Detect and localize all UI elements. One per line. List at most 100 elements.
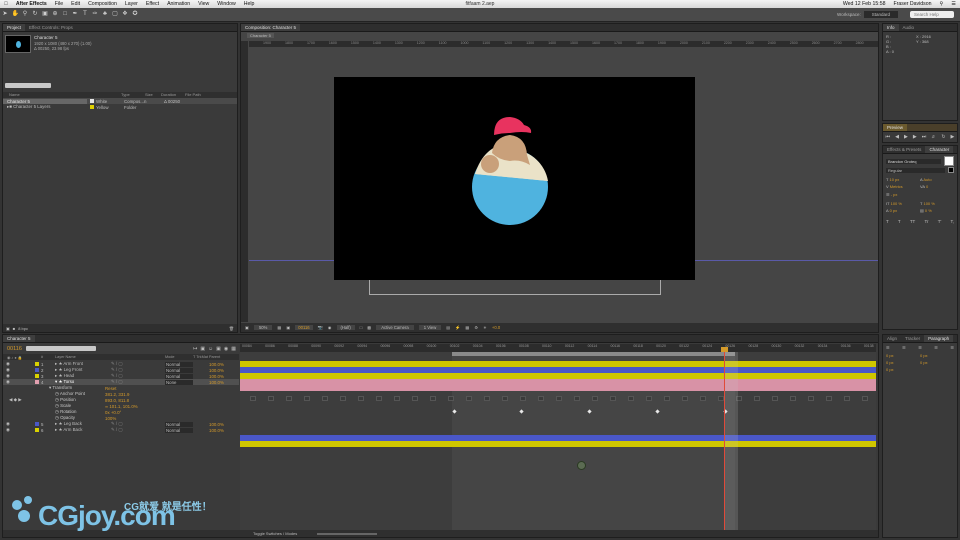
justify-all-icon[interactable]: ☰ [950,345,954,350]
layer-parent-value[interactable]: 100.0% [209,428,224,433]
views-select[interactable]: 1 View [418,325,442,330]
tab-align[interactable]: Align [883,335,901,342]
eye-icon[interactable]: ◉ [3,427,35,433]
property-value[interactable]: 100% [105,416,116,421]
faux-italic-button[interactable]: T [898,219,901,224]
layer-row[interactable]: ◉ 6 ▸ ★ Arm Back ✎ / ▢ Normal 100.0% [3,427,239,433]
superscript-button[interactable]: T' [938,219,942,224]
col-name[interactable]: Name [3,92,121,98]
magnification-select[interactable]: 50% [253,325,273,330]
layer-mode-select[interactable]: None [165,379,193,385]
mask-icon[interactable]: ▣ [286,325,290,330]
fast-preview-icon[interactable]: ⚡ [455,325,460,331]
time-ruler[interactable]: 00084 00086 00088 00090 00092 00094 00096 00098… [240,344,876,352]
toggle-switches-modes-button[interactable]: Toggle Switches / Modes [253,531,297,536]
label-swatch[interactable] [35,380,39,384]
layer-mode-select[interactable]: Normal [165,421,193,427]
shy-icon[interactable]: ☺ [208,346,213,352]
apple-icon[interactable]:  [0,1,12,7]
space-after-value[interactable]: 0 px [886,367,954,372]
menu-animation[interactable]: Animation [163,1,194,7]
tab-info[interactable]: Info [883,24,899,31]
eye-icon[interactable]: ◉ [3,379,35,385]
bpc-toggle[interactable]: 8 bpc [18,326,28,331]
property-value[interactable]: 381.2, 331.9 [105,392,129,397]
layer-track-arm-back[interactable] [240,441,876,447]
tab-preview[interactable]: Preview [883,124,908,131]
pen-tool-icon[interactable]: ✒ [72,11,79,18]
space-before-value[interactable]: 0 px [920,360,928,365]
justify-icon[interactable]: ☰ [934,345,938,350]
layer-mode-select[interactable]: Normal [165,427,193,433]
property-value[interactable]: ∞ 101.1, 101.0% [105,404,138,409]
pan-behind-tool-icon[interactable]: ⊕ [52,11,59,18]
project-row[interactable]: ▸■ Character 5 Layers Yellow Folder [3,104,237,110]
col-size[interactable]: Size [145,92,161,98]
menu-window[interactable]: Window [213,1,239,7]
rotate-tool-icon[interactable]: ↻ [32,11,39,18]
list-icon[interactable]: ☰ [947,1,960,7]
play-icon[interactable]: ▶ [904,134,908,140]
vertical-scale-value[interactable]: 100 % [891,201,902,206]
flowchart-icon[interactable]: ⚙ [474,325,478,330]
layer-parent-value[interactable]: 100.0% [209,368,224,373]
tab-audio[interactable]: Audio [899,24,919,31]
draft-3d-icon[interactable]: ▣ [200,346,205,352]
interpret-icon[interactable]: ▣ [6,326,10,331]
tab-character[interactable]: Character [925,146,954,153]
layer-mode-select[interactable]: Normal [165,367,193,373]
stroke-width-value[interactable]: - px [891,192,898,197]
label-swatch[interactable] [35,428,39,432]
playhead-handle[interactable] [721,347,728,352]
rectangle-tool-icon[interactable]: □ [62,11,69,18]
comp-mini-flowchart-icon[interactable]: ↦ [193,346,197,352]
loop-icon[interactable]: ↻ [941,134,945,140]
baseline-shift-value[interactable]: 0 px [890,208,898,213]
kerning-value[interactable]: Metrics [890,184,903,189]
faux-bold-button[interactable]: T [886,219,889,224]
new-folder-icon[interactable]: ■ [13,326,15,331]
font-size-value[interactable]: 10 px [889,177,899,182]
align-center-icon[interactable]: ☰ [902,345,906,350]
label-swatch[interactable] [35,362,39,366]
search-help-input[interactable]: Search Help [910,11,954,18]
timeline-track-area[interactable]: 00084 00086 00088 00090 00092 00094 00096 00098… [240,344,876,530]
transform-reset-link[interactable]: Reset [105,386,116,391]
puppet-tool-icon[interactable]: ✪ [132,11,139,18]
menu-effect[interactable]: Effect [142,1,163,7]
playhead-line[interactable] [724,350,725,530]
property-value[interactable]: 0x +0.0° [105,410,121,415]
layer-name[interactable]: Leg Back [64,421,82,426]
selection-tool-icon[interactable]: ➤ [2,11,9,18]
font-style-select[interactable]: Regular [886,167,945,173]
col-mode[interactable]: Mode [165,355,193,359]
horizontal-scale-value[interactable]: 100 % [923,201,934,206]
prev-frame-icon[interactable]: ◀ [895,134,899,140]
grid-icon[interactable]: ▦ [277,325,281,330]
motion-blur-icon[interactable]: ◉ [224,346,228,352]
roi-icon[interactable]: □ [360,325,363,330]
layer-name[interactable]: Head [64,373,75,378]
layer-parent-value[interactable]: 100.0% [209,374,224,379]
indent-right-value[interactable]: 0 px [920,353,928,358]
last-frame-icon[interactable]: ⏭ [922,134,927,140]
eraser-tool-icon[interactable]: ▢ [112,11,119,18]
menu-file[interactable]: File [51,1,67,7]
timeline-search-input[interactable] [25,346,96,351]
mute-icon[interactable]: ♬ [931,134,936,140]
camera-tool-icon[interactable]: ▣ [42,11,49,18]
layer-name[interactable]: Torso [64,379,75,384]
layer-name[interactable]: Arm Back [63,427,82,432]
menu-edit[interactable]: Edit [67,1,84,7]
subscript-button[interactable]: T, [950,219,954,224]
all-caps-button[interactable]: TT [910,219,916,224]
col-parent[interactable]: Parent [209,355,220,359]
layer-name[interactable]: Leg Front [64,367,83,372]
menu-composition[interactable]: Composition [84,1,121,7]
resolution-select[interactable]: (Half) [336,325,355,330]
keyframe-navigator[interactable]: ◀ ◆ ▶ [3,397,55,403]
label-swatch[interactable] [35,374,39,378]
layer-mode-select[interactable]: Normal [165,361,193,367]
col-layer-num[interactable]: # [41,355,55,359]
always-preview-icon[interactable]: ▣ [245,325,249,330]
